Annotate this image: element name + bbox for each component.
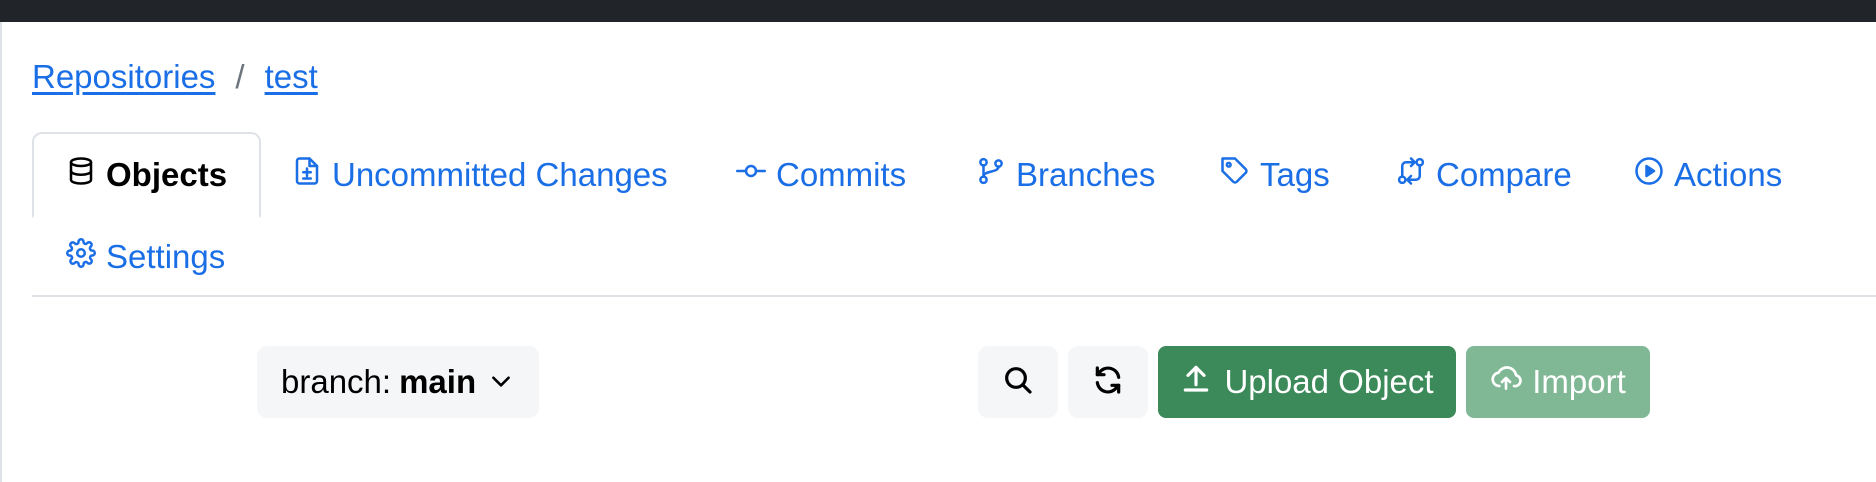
import-label: Import xyxy=(1532,363,1626,400)
tab-label: Uncommitted Changes xyxy=(332,156,668,193)
play-circle-icon xyxy=(1634,156,1664,194)
tag-icon xyxy=(1220,156,1250,194)
breadcrumb: Repositories / test xyxy=(32,56,318,98)
tabs-divider xyxy=(32,295,1876,297)
tab-label: Tags xyxy=(1260,156,1330,193)
breadcrumb-separator: / xyxy=(235,58,245,95)
git-branch-icon xyxy=(976,156,1006,194)
import-button[interactable]: Import xyxy=(1466,346,1650,418)
upload-icon xyxy=(1180,362,1212,402)
branch-prefix: branch: xyxy=(281,363,392,400)
tab-settings[interactable]: Settings xyxy=(32,216,259,298)
tab-commits[interactable]: Commits xyxy=(702,134,940,216)
tab-label: Branches xyxy=(1016,156,1156,193)
tab-actions[interactable]: Actions xyxy=(1600,134,1816,216)
tab-uncommitted-changes[interactable]: Uncommitted Changes xyxy=(258,134,702,216)
breadcrumb-repositories-link[interactable]: Repositories xyxy=(32,56,215,98)
tab-label: Compare xyxy=(1436,156,1572,193)
file-diff-icon xyxy=(292,156,322,194)
git-commit-icon xyxy=(736,156,766,194)
search-button[interactable] xyxy=(978,346,1058,418)
top-navbar xyxy=(0,0,1876,22)
breadcrumb-repo-link[interactable]: test xyxy=(265,56,318,98)
tab-compare[interactable]: Compare xyxy=(1362,134,1606,216)
tab-tags[interactable]: Tags xyxy=(1186,134,1364,216)
search-icon xyxy=(1002,364,1034,401)
upload-object-button[interactable]: Upload Object xyxy=(1158,346,1456,418)
refresh-button[interactable] xyxy=(1068,346,1148,418)
database-icon xyxy=(66,156,96,194)
chevron-down-icon xyxy=(476,362,514,402)
tab-label: Actions xyxy=(1674,156,1783,193)
left-border xyxy=(0,22,2,482)
cloud-upload-icon xyxy=(1490,362,1523,402)
tab-label: Settings xyxy=(106,238,226,275)
refresh-icon xyxy=(1092,364,1124,401)
tab-objects[interactable]: Objects xyxy=(32,132,262,218)
branch-name: main xyxy=(399,363,477,400)
tab-branches[interactable]: Branches xyxy=(942,134,1189,216)
git-compare-icon xyxy=(1396,156,1426,194)
tab-label: Objects xyxy=(106,156,228,193)
tab-label: Commits xyxy=(776,156,907,193)
gear-icon xyxy=(66,238,96,276)
upload-label: Upload Object xyxy=(1224,363,1434,400)
branch-selector[interactable]: branch: main xyxy=(257,346,539,418)
